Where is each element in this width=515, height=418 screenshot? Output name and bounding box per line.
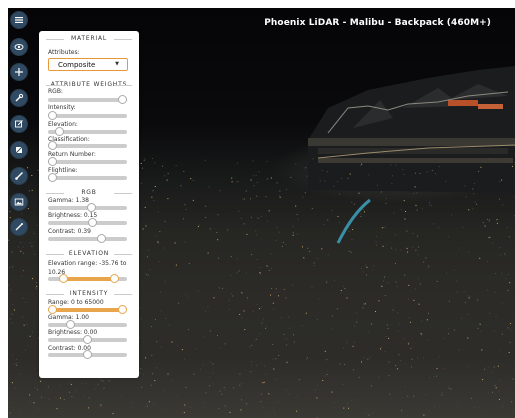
rgb-gamma-slider[interactable] bbox=[48, 203, 127, 212]
cube-icon bbox=[15, 146, 23, 154]
images-button[interactable] bbox=[10, 193, 28, 211]
navigation-button[interactable] bbox=[10, 63, 28, 81]
wrench-icon bbox=[15, 93, 24, 102]
slider-handle[interactable] bbox=[87, 218, 97, 227]
image-icon bbox=[14, 198, 24, 206]
slider-handle[interactable] bbox=[48, 157, 57, 166]
slider-handle[interactable] bbox=[97, 234, 106, 243]
material-panel: MATERIAL Attributes: Composite ▼ ATTRIBU… bbox=[39, 31, 139, 378]
weight-intensity-label: Intensity: bbox=[48, 104, 76, 111]
weight-intensity-slider[interactable] bbox=[48, 111, 127, 120]
attributes-label: Attributes: bbox=[48, 49, 80, 56]
range-handle-high[interactable] bbox=[118, 305, 127, 314]
menu-icon bbox=[15, 17, 23, 23]
rgb-contrast-slider[interactable] bbox=[48, 234, 127, 243]
range-fill bbox=[52, 308, 123, 312]
weight-rgb-slider[interactable] bbox=[48, 95, 127, 104]
intensity-brightness-slider[interactable] bbox=[48, 335, 127, 344]
chevron-down-icon: ▼ bbox=[115, 61, 119, 67]
rgb-heading: RGB bbox=[46, 189, 132, 196]
slider-handle[interactable] bbox=[86, 203, 96, 212]
attributes-select[interactable]: Composite ▼ bbox=[48, 58, 128, 71]
brush-icon bbox=[15, 172, 23, 180]
measure-button[interactable] bbox=[10, 218, 28, 236]
attributes-select-value: Composite bbox=[58, 60, 96, 69]
range-handle-high[interactable] bbox=[109, 274, 119, 283]
slider-handle[interactable] bbox=[48, 141, 57, 150]
slider-handle[interactable] bbox=[55, 127, 64, 136]
weight-classification-slider[interactable] bbox=[48, 141, 127, 150]
range-handle-low[interactable] bbox=[48, 305, 57, 314]
measure-icon bbox=[15, 223, 23, 231]
intensity-contrast-slider[interactable] bbox=[48, 350, 127, 359]
slider-handle[interactable] bbox=[65, 320, 75, 329]
elevation-range-slider[interactable] bbox=[48, 274, 127, 283]
slider-handle[interactable] bbox=[83, 335, 92, 344]
intensity-gamma-slider[interactable] bbox=[48, 320, 127, 329]
viewer-title: Phoenix LiDAR - Malibu - Backpack (460M+… bbox=[264, 18, 491, 28]
range-handle-low[interactable] bbox=[58, 274, 68, 283]
slider-handle[interactable] bbox=[48, 111, 57, 120]
elevation-heading: ELEVATION bbox=[46, 250, 132, 257]
edit-icon bbox=[15, 120, 23, 128]
potree-viewer: Phoenix LiDAR - Malibu - Backpack (460M+… bbox=[0, 0, 515, 418]
slider-handle[interactable] bbox=[118, 95, 127, 104]
weight-flightline-slider[interactable] bbox=[48, 173, 127, 182]
slider-handle[interactable] bbox=[83, 350, 92, 359]
building-silhouette bbox=[308, 66, 515, 244]
menu-button[interactable] bbox=[10, 11, 28, 29]
sidebar-toolbar bbox=[0, 0, 28, 418]
clip-volume-button[interactable] bbox=[10, 141, 28, 159]
weight-rgb-label: RGB: bbox=[48, 88, 63, 95]
tools-button[interactable] bbox=[10, 89, 28, 107]
attribute-weights-heading: ATTRIBUTE WEIGHTS bbox=[46, 81, 132, 88]
brush-button[interactable] bbox=[10, 167, 28, 185]
range-fill bbox=[63, 277, 115, 281]
intensity-range-slider[interactable] bbox=[48, 305, 127, 314]
intensity-heading: INTENSITY bbox=[46, 290, 132, 297]
weight-elevation-label: Elevation: bbox=[48, 121, 78, 128]
weight-return-number-slider[interactable] bbox=[48, 157, 127, 166]
slider-handle[interactable] bbox=[48, 173, 57, 182]
appearance-button[interactable] bbox=[10, 38, 28, 56]
material-heading: MATERIAL bbox=[46, 35, 132, 42]
edit-button[interactable] bbox=[10, 115, 28, 133]
weight-elevation-slider[interactable] bbox=[48, 127, 127, 136]
intensity-range-label: Range: 0 to 65000 bbox=[48, 299, 104, 306]
rgb-gamma-label: Gamma: 1.38 bbox=[48, 197, 89, 204]
rgb-brightness-slider[interactable] bbox=[48, 218, 127, 227]
eye-icon bbox=[14, 44, 24, 50]
move-icon bbox=[15, 68, 23, 76]
rgb-contrast-label: Contrast: 0.39 bbox=[48, 228, 91, 235]
